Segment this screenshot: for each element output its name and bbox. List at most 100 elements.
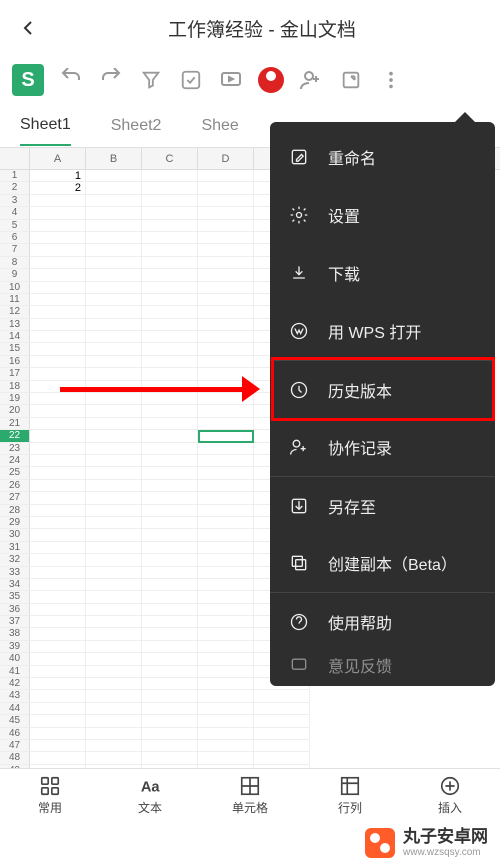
cell[interactable] [86,542,142,554]
cell[interactable] [86,666,142,678]
cell[interactable] [86,628,142,640]
cell[interactable] [30,232,86,244]
row-header[interactable]: 30 [0,529,30,541]
cell[interactable] [86,703,142,715]
cell[interactable] [30,492,86,504]
row-header[interactable]: 29 [0,517,30,529]
cell[interactable] [30,306,86,318]
tab-sheet3[interactable]: Shee [201,107,238,145]
row-header[interactable]: 25 [0,467,30,479]
cell[interactable] [86,529,142,541]
cell[interactable] [142,653,198,665]
cell[interactable] [30,517,86,529]
row-header[interactable]: 45 [0,715,30,727]
row-header[interactable]: 3 [0,195,30,207]
cell[interactable] [86,443,142,455]
cell[interactable] [198,591,254,603]
cell[interactable] [198,331,254,343]
cell[interactable]: 1 [30,170,86,182]
cell[interactable] [198,542,254,554]
redo-icon[interactable] [98,67,124,93]
cell[interactable] [30,343,86,355]
row-header[interactable]: 17 [0,368,30,380]
cell[interactable] [142,282,198,294]
cell[interactable] [198,467,254,479]
cell[interactable] [198,517,254,529]
cell[interactable] [254,715,310,727]
cell[interactable] [30,616,86,628]
col-header[interactable]: A [30,148,86,169]
cell[interactable] [142,740,198,752]
cell[interactable] [30,604,86,616]
nav-cell[interactable]: 单元格 [200,769,300,822]
cell[interactable] [86,455,142,467]
row-header[interactable]: 12 [0,306,30,318]
cell[interactable] [86,269,142,281]
cell[interactable] [30,207,86,219]
row-header[interactable]: 21 [0,418,30,430]
tab-sheet2[interactable]: Sheet2 [111,107,162,145]
cell[interactable] [142,257,198,269]
avatar-icon[interactable] [258,67,284,93]
cell[interactable] [86,356,142,368]
cell[interactable] [198,666,254,678]
cell[interactable] [198,480,254,492]
row-header[interactable]: 40 [0,653,30,665]
cell[interactable] [198,752,254,764]
cell[interactable] [142,641,198,653]
cell[interactable] [142,244,198,256]
row-header[interactable]: 9 [0,269,30,281]
row-header[interactable]: 44 [0,703,30,715]
cell[interactable] [86,480,142,492]
row-header[interactable]: 28 [0,505,30,517]
menu-history[interactable]: 历史版本 [270,360,495,418]
cell[interactable] [86,505,142,517]
cell[interactable] [30,455,86,467]
row-header[interactable]: 39 [0,641,30,653]
add-user-icon[interactable] [298,67,324,93]
row-header[interactable]: 18 [0,381,30,393]
cell[interactable] [30,752,86,764]
cell[interactable] [86,257,142,269]
cell[interactable] [30,356,86,368]
row-header[interactable]: 11 [0,294,30,306]
cell[interactable] [86,430,142,442]
cell[interactable] [198,455,254,467]
col-header[interactable]: D [198,148,254,169]
row-header[interactable]: 8 [0,257,30,269]
cell[interactable] [86,418,142,430]
cell[interactable] [86,653,142,665]
cell[interactable] [86,195,142,207]
cell[interactable] [30,666,86,678]
cell[interactable] [30,641,86,653]
cell[interactable] [142,591,198,603]
row-header[interactable]: 41 [0,666,30,678]
cell[interactable] [198,269,254,281]
cell[interactable] [30,653,86,665]
cell[interactable] [142,628,198,640]
cell[interactable] [86,331,142,343]
cell[interactable] [86,232,142,244]
cell[interactable] [86,294,142,306]
cell[interactable] [30,467,86,479]
cell[interactable] [86,182,142,194]
cell[interactable] [254,740,310,752]
cell[interactable] [86,220,142,232]
cell[interactable] [142,207,198,219]
cell[interactable] [86,170,142,182]
cell[interactable] [30,690,86,702]
cell[interactable] [86,591,142,603]
menu-copy[interactable]: 创建副本（Beta） [270,534,495,592]
cell[interactable] [198,356,254,368]
cell[interactable] [198,170,254,182]
row-header[interactable]: 46 [0,728,30,740]
cell[interactable] [142,752,198,764]
row-header[interactable]: 43 [0,690,30,702]
cell[interactable] [86,282,142,294]
cell[interactable] [198,529,254,541]
row-header[interactable]: 6 [0,232,30,244]
cell[interactable] [30,579,86,591]
cell[interactable] [142,343,198,355]
cell[interactable] [86,715,142,727]
cell[interactable] [198,244,254,256]
